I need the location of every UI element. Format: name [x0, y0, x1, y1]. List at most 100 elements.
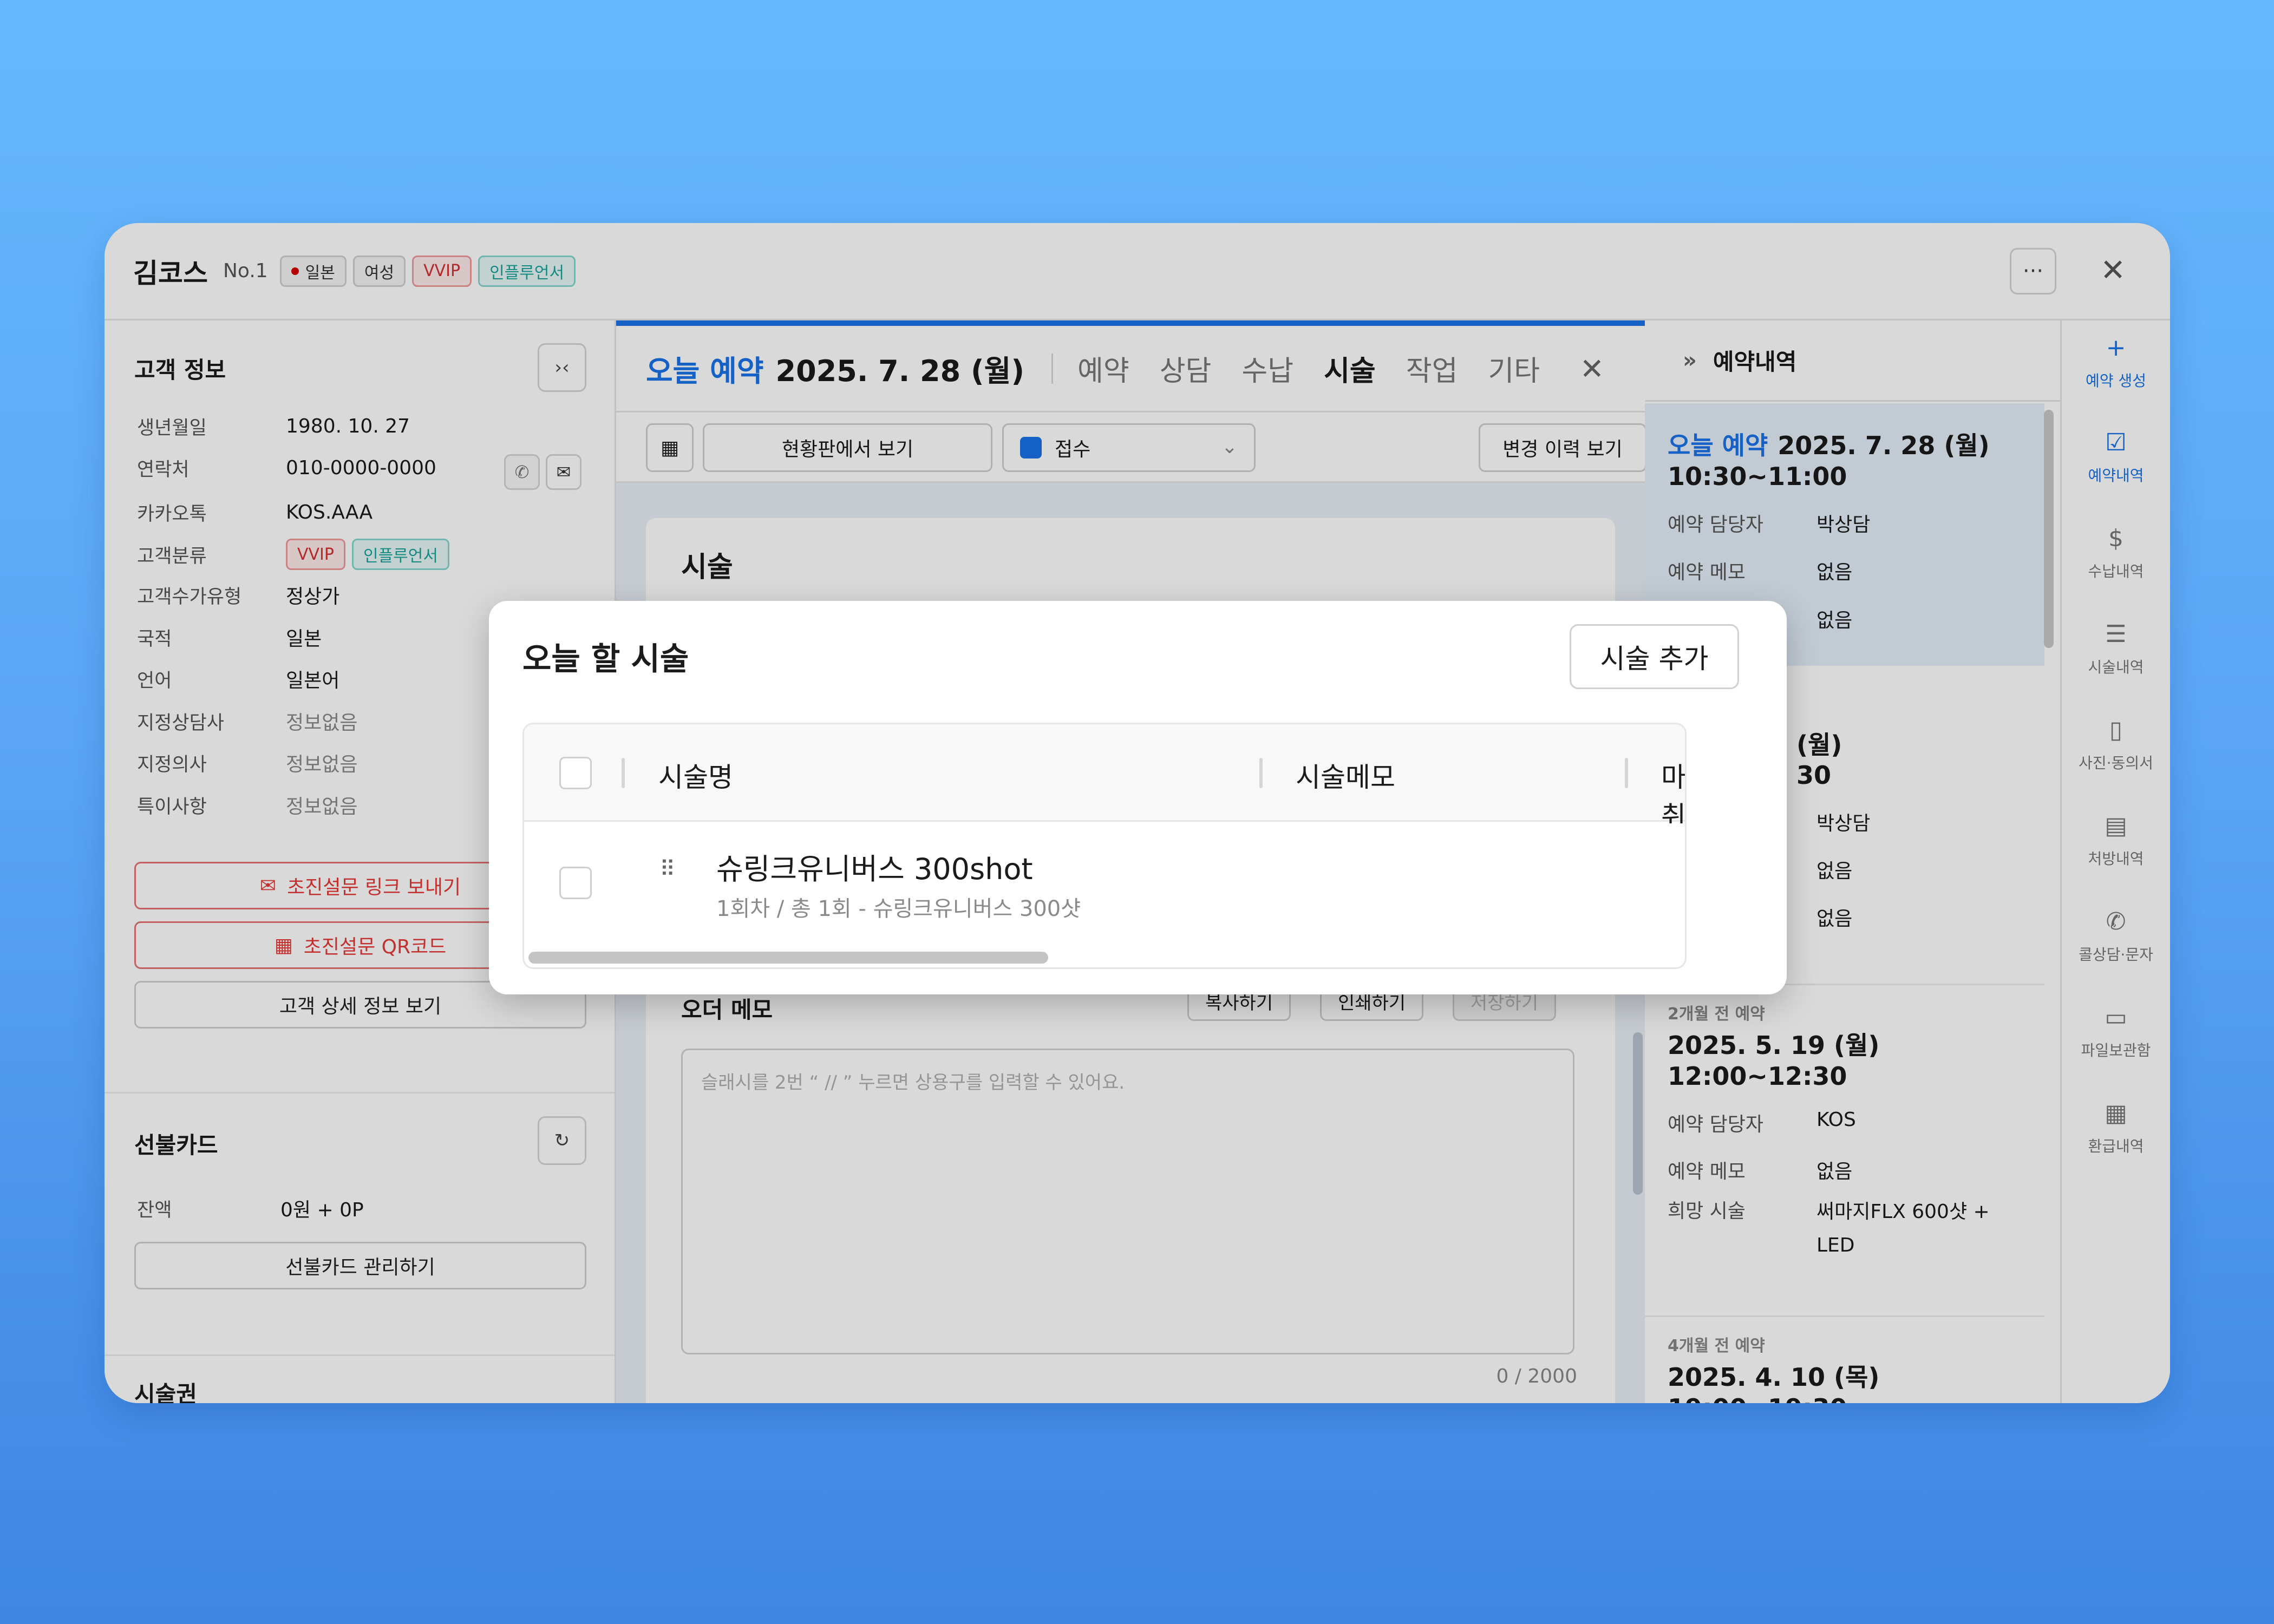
table-horizontal-scrollbar[interactable]: [528, 952, 1048, 964]
nav-reservation-history[interactable]: ☑ 예약내역: [2062, 415, 2170, 496]
tab-consultation[interactable]: 상담: [1160, 348, 1212, 389]
nav-label: 처방내역: [2088, 850, 2144, 868]
info-value: 정보없음: [286, 754, 358, 776]
kv-value: 없음: [1816, 610, 1853, 632]
nav-refund-history[interactable]: ▦ 환급내역: [2062, 1086, 2170, 1167]
tab-payment[interactable]: 수납: [1241, 348, 1293, 389]
history-relative-time: 2개월 전 예약: [1668, 1005, 1765, 1024]
info-value: 정보없음: [286, 712, 358, 734]
nav-file-storage[interactable]: ▭ 파일보관함: [2062, 990, 2170, 1071]
nav-payment-history[interactable]: $ 수납내역: [2062, 511, 2170, 592]
tab-task[interactable]: 작업: [1406, 348, 1458, 389]
tab-procedure[interactable]: 시술: [1324, 348, 1376, 389]
nav-photos-consent[interactable]: ▯ 사진·동의서: [2062, 703, 2170, 784]
info-row-birthdate: 생년월일 1980. 10. 27: [137, 410, 586, 442]
kv-value: 없음: [1816, 860, 1853, 882]
nav-label: 파일보관함: [2081, 1042, 2151, 1059]
procedure-table: 시술명 시술메모 마취 ⠿ 슈링크유니버스 300shot 1회차 / 총 1회…: [522, 723, 1687, 969]
nav-label: 시술내역: [2088, 658, 2144, 676]
nav-prescriptions[interactable]: ▤ 처방내역: [2062, 798, 2170, 880]
nav-label: 사진·동의서: [2079, 754, 2153, 772]
drag-handle-icon[interactable]: ⠿: [659, 857, 676, 882]
procedure-name: 슈링크유니버스 300shot: [716, 852, 1033, 886]
row-checkbox[interactable]: [559, 867, 592, 899]
manage-prepaid-button[interactable]: 선불카드 관리하기: [134, 1242, 586, 1289]
history-time: 12:00~12:30: [1668, 1062, 1847, 1091]
prepaid-title: 선불카드: [134, 1132, 218, 1158]
select-all-checkbox[interactable]: [559, 757, 592, 789]
phone-icon: ✆: [514, 462, 530, 482]
add-procedure-button[interactable]: 시술 추가: [1570, 624, 1739, 689]
call-button[interactable]: ✆: [504, 454, 540, 490]
history-card[interactable]: 4개월 전 예약 2025. 4. 10 (목) 19:00~19:30: [1645, 1319, 2044, 1403]
status-value: 접수: [1055, 438, 1091, 461]
history-kv: 예약 담당자 박상담: [1668, 509, 2036, 537]
kv-key: 희망 시술: [1668, 1200, 1746, 1222]
info-value: KOS.AAA: [286, 501, 373, 523]
column-separator[interactable]: [622, 758, 625, 788]
more-options-button[interactable]: ···: [2010, 248, 2056, 294]
active-indicator-bar: [616, 320, 1645, 326]
history-kv: 희망 시술 써마지FLX 600샷 + LED: [1668, 1195, 2036, 1262]
info-row-kakao: 카카오톡 KOS.AAA: [137, 496, 586, 528]
change-history-button[interactable]: 변경 이력 보기: [1479, 423, 1646, 472]
table-row[interactable]: ⠿ 슈링크유니버스 300shot 1회차 / 총 1회 - 슈링크유니버스 3…: [524, 823, 1685, 942]
nav-procedure-history[interactable]: ☰ 시술내역: [2062, 607, 2170, 688]
info-key: 생년월일: [137, 417, 207, 439]
info-key: 특이사항: [137, 796, 207, 818]
history-header: » 예약내역: [1645, 320, 2062, 402]
kv-value: 써마지FLX 600샷 + LED: [1816, 1201, 1990, 1256]
nav-call-sms[interactable]: ✆ 콜상담·문자: [2062, 894, 2170, 975]
column-separator[interactable]: [1625, 758, 1628, 788]
send-survey-link-label: 초진설문 링크 보내기: [287, 876, 461, 899]
more-icon: ···: [2022, 259, 2044, 284]
info-value: 010-0000-0000: [286, 456, 436, 479]
table-header: 시술명 시술메모 마취: [524, 724, 1685, 832]
nav-create-reservation[interactable]: + 예약 생성: [2062, 320, 2170, 402]
refresh-prepaid-button[interactable]: ↻: [538, 1116, 586, 1165]
history-date: 2025. 4. 10 (목): [1668, 1363, 1880, 1392]
history-kv: 예약 메모 없음: [1668, 556, 2036, 585]
class-tag-vvip: VVIP: [286, 539, 345, 570]
history-time: 10:30~11:00: [1668, 462, 1847, 491]
kv-value: 없음: [1816, 908, 1853, 930]
history-card[interactable]: 2개월 전 예약 2025. 5. 19 (월) 12:00~12:30 예약 …: [1645, 987, 2044, 1317]
center-scrollbar[interactable]: [1633, 1032, 1643, 1195]
nav-label: 환급내역: [2088, 1137, 2144, 1155]
tab-etc[interactable]: 기타: [1488, 348, 1540, 389]
file-text-icon: ▤: [2105, 811, 2127, 840]
info-key: 언어: [137, 670, 172, 692]
close-icon: ✕: [1579, 352, 1604, 386]
class-tag-influencer: 인플루언서: [351, 539, 449, 570]
procedure-card-title: 시술: [681, 551, 733, 584]
info-row-class: 고객분류 VVIP 인플루언서: [137, 538, 586, 571]
close-reservation-button[interactable]: ✕: [1580, 352, 1604, 386]
email-button[interactable]: ✉: [546, 454, 581, 490]
info-key: 카카오톡: [137, 503, 207, 525]
kv-key: 예약 메모: [1668, 561, 1746, 584]
history-date: (월): [1796, 730, 1842, 759]
view-in-board-button[interactable]: 현황판에서 보기: [703, 423, 992, 472]
nav-label: 수납내역: [2088, 562, 2144, 580]
tab-reservation[interactable]: 예약: [1077, 348, 1129, 389]
history-kv: 예약 담당자 KOS: [1668, 1109, 2036, 1137]
list-indent-icon: ☰: [2105, 620, 2127, 648]
nav-label: 콜상담·문자: [2079, 946, 2153, 964]
status-select[interactable]: 접수 ⌄: [1002, 423, 1256, 472]
info-key: 지정상담사: [137, 712, 225, 734]
qr-code-icon: ▦: [660, 436, 679, 459]
qr-button[interactable]: ▦: [646, 423, 694, 472]
history-time: 30: [1796, 761, 1832, 790]
window-header: 김코스 No.1 일본 여성 VVIP 인플루언서 ··· ✕: [104, 223, 2170, 320]
collapse-panel-button[interactable]: ›‹: [538, 343, 586, 392]
close-window-button[interactable]: ✕: [2100, 253, 2126, 288]
document-icon: ▯: [2109, 716, 2123, 744]
column-separator[interactable]: [1259, 758, 1263, 788]
order-memo-input[interactable]: 슬래시를 2번 “ // ” 누르면 상용구를 입력할 수 있어요.: [681, 1049, 1574, 1354]
side-navigation: + 예약 생성 ☑ 예약내역 $ 수납내역 ☰ 시술내역 ▯ 사진·동의서 ▤ 처방내역 ✆…: [2062, 320, 2170, 1403]
customer-info-title: 고객 정보: [134, 357, 226, 383]
double-chevron-right-icon[interactable]: »: [1683, 348, 1697, 373]
history-scrollbar[interactable]: [2044, 410, 2054, 648]
today-label: 오늘 예약: [646, 354, 764, 388]
history-date: 오늘 예약 2025. 7. 28 (월): [1668, 426, 1990, 462]
